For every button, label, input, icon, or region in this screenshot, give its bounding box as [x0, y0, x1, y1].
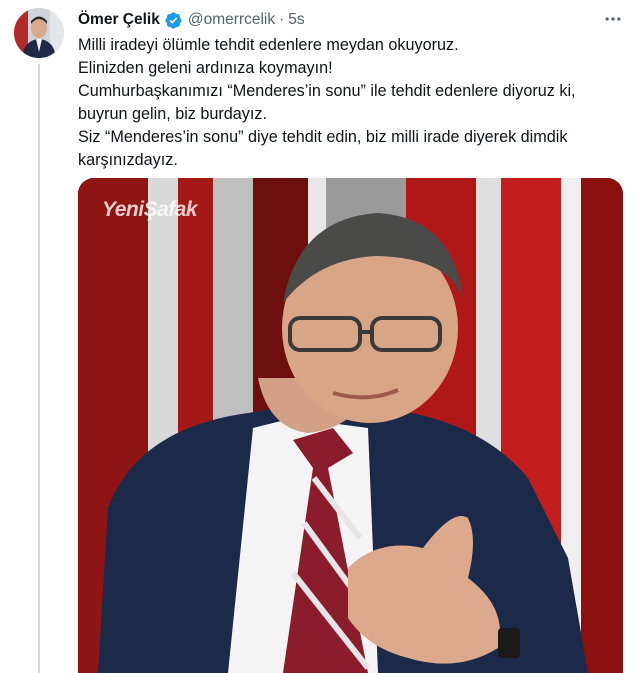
tweet-text-line: karşınızdayız. [78, 151, 178, 169]
video-frame [78, 178, 623, 673]
yenisafak-logo: YeniŞafak [102, 198, 198, 221]
tweet-text-line: Siz “Menderes’in sonu” diye tehdit edin,… [78, 128, 568, 146]
avatar-image [14, 8, 64, 58]
video-player[interactable]: YeniŞafak [78, 178, 623, 673]
tweet-text: Milli iradeyi ölümle tehdit edenlere mey… [78, 34, 623, 172]
tweet-text-line: Milli iradeyi ölümle tehdit edenlere mey… [78, 36, 459, 54]
tweet-text-line: Cumhurbaşkanımızı “Menderes’in sonu” ile… [78, 82, 576, 100]
more-options-icon[interactable] [602, 9, 624, 29]
separator-dot: · [279, 11, 285, 28]
author-name[interactable]: Ömer Çelik [78, 11, 160, 29]
tweet-text-line: Elinizden geleni ardınıza koymayın! [78, 59, 333, 77]
tweet-text-line: buyrun gelin, biz burdayız. [78, 105, 267, 123]
verified-badge-icon [165, 11, 182, 29]
avatar[interactable] [14, 8, 64, 58]
thread-connector-line [38, 64, 40, 673]
tweet-header: Ömer Çelik @omerrcelik · 5s [78, 9, 620, 31]
author-handle[interactable]: @omerrcelik [188, 11, 275, 29]
timestamp[interactable]: 5s [288, 11, 304, 29]
